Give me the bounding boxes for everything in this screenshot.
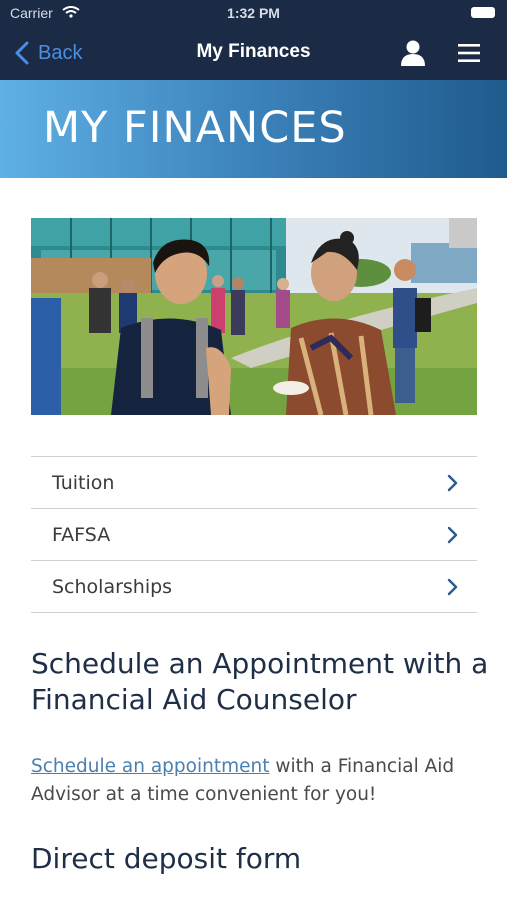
- chevron-right-icon: [447, 578, 458, 596]
- menu-icon[interactable]: [456, 41, 482, 65]
- schedule-paragraph: Schedule an appointment with a Financial…: [31, 753, 481, 809]
- nav-bar: Back My Finances: [0, 26, 507, 80]
- chevron-right-icon: [447, 474, 458, 492]
- direct-deposit-heading: Direct deposit form: [31, 842, 302, 875]
- status-time: 1:32 PM: [227, 5, 280, 21]
- link-label: FAFSA: [52, 524, 111, 546]
- students-photo: [31, 218, 477, 415]
- page-banner: MY FINANCES: [0, 80, 507, 178]
- link-label: Tuition: [52, 472, 115, 494]
- schedule-heading: Schedule an Appointment with a Financial…: [31, 647, 489, 716]
- user-icon[interactable]: [400, 39, 426, 67]
- link-item-scholarships[interactable]: Scholarships: [31, 561, 477, 613]
- hero-photo: [31, 218, 477, 415]
- status-bar: Carrier 1:32 PM: [0, 0, 507, 26]
- page-title: MY FINANCES: [43, 103, 347, 153]
- link-item-fafsa[interactable]: FAFSA: [31, 509, 477, 561]
- link-label: Scholarships: [52, 576, 173, 598]
- chevron-right-icon: [447, 526, 458, 544]
- schedule-appointment-link[interactable]: Schedule an appointment: [31, 756, 269, 777]
- link-item-tuition[interactable]: Tuition: [31, 457, 477, 509]
- battery-icon: [471, 7, 495, 18]
- nav-title: My Finances: [196, 41, 311, 62]
- finance-links: Tuition FAFSA Scholarships: [31, 456, 477, 613]
